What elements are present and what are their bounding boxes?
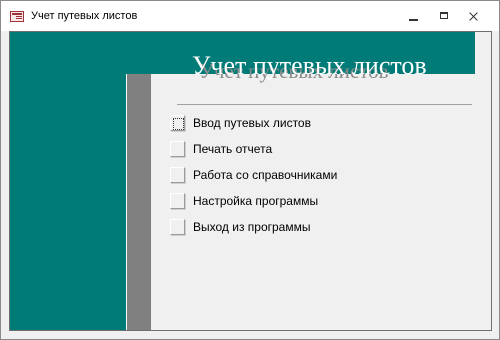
menu-item-directories[interactable]: Работа со справочниками — [170, 167, 470, 185]
menu-button-print-report[interactable] — [170, 141, 185, 157]
window-title: Учет путевых листов — [31, 10, 138, 22]
header-separator — [177, 104, 472, 105]
menu-button-settings[interactable] — [170, 193, 185, 209]
header-title: Учет путевых листов — [192, 51, 427, 80]
menu-label: Ввод путевых листов — [193, 116, 311, 130]
access-form-icon — [10, 11, 24, 22]
close-button[interactable] — [463, 8, 485, 24]
menu-button-exit[interactable] — [170, 219, 185, 235]
menu-item-input-waybills[interactable]: Ввод путевых листов — [170, 115, 470, 133]
menu-label: Работа со справочниками — [193, 168, 338, 182]
menu-label: Печать отчета — [193, 142, 273, 156]
app-window: Учет путевых листов Учет путевых листов … — [0, 0, 500, 340]
gray-accent-bar — [127, 74, 151, 330]
menu-label: Настройка программы — [193, 194, 319, 208]
menu-button-input-waybills[interactable] — [170, 115, 185, 131]
title-bar[interactable]: Учет путевых листов — [1, 1, 499, 31]
menu-label: Выход из программы — [193, 220, 311, 234]
maximize-button[interactable] — [434, 8, 456, 24]
menu-item-print-report[interactable]: Печать отчета — [170, 141, 470, 159]
teal-side-panel — [10, 32, 127, 330]
menu-item-settings[interactable]: Настройка программы — [170, 193, 470, 211]
divider-line — [126, 74, 127, 330]
menu-item-exit[interactable]: Выход из программы — [170, 219, 470, 237]
minimize-button[interactable] — [403, 8, 425, 24]
menu-button-directories[interactable] — [170, 167, 185, 183]
main-form: Учет путевых листов Учет путевых листов … — [9, 31, 492, 331]
